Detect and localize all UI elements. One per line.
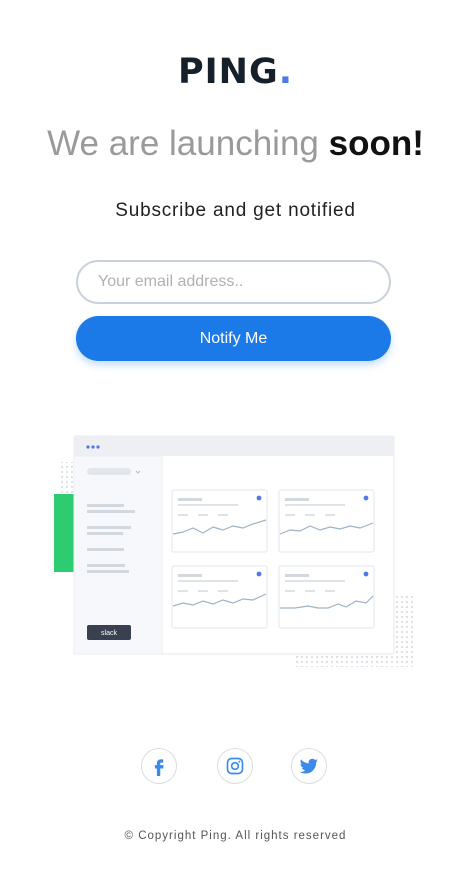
- brand-dot: .: [278, 52, 293, 92]
- window-titlebar: [74, 436, 394, 456]
- dashboard-illustration: slack: [54, 435, 415, 667]
- facebook-icon: [154, 759, 164, 776]
- card-1: [171, 489, 268, 553]
- brand-name: PING: [178, 52, 279, 92]
- page-title: We are launching soon!: [0, 124, 471, 164]
- card-4: [278, 565, 375, 629]
- headline-bold: soon!: [328, 124, 424, 163]
- twitter-button[interactable]: [291, 748, 327, 784]
- copyright-text: © Copyright Ping. All rights reserved: [124, 830, 347, 842]
- instagram-icon: [226, 757, 244, 775]
- subscribe-subtitle: Subscribe and get notified: [115, 200, 356, 221]
- twitter-icon: [299, 758, 319, 774]
- facebook-button[interactable]: [141, 748, 177, 784]
- slack-badge-label: slack: [101, 630, 117, 637]
- email-input[interactable]: [76, 260, 391, 304]
- card-3: [171, 565, 268, 629]
- instagram-button[interactable]: [217, 748, 253, 784]
- card-2: [278, 489, 375, 553]
- notify-me-button[interactable]: Notify Me: [76, 316, 391, 361]
- headline-light: We are launching: [47, 124, 319, 163]
- brand-logo: PING.: [0, 52, 471, 92]
- window-sidebar: [73, 455, 163, 655]
